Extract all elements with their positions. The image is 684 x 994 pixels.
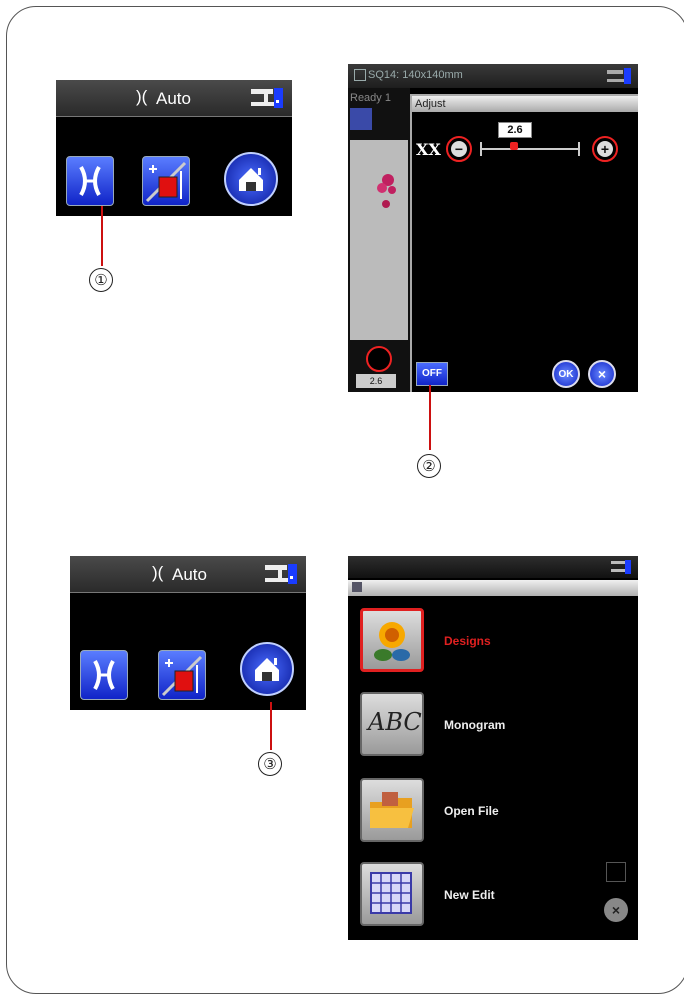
callout-line-2 xyxy=(429,385,431,450)
status-bar: )( Auto xyxy=(70,556,306,593)
move-frame-icon xyxy=(161,655,203,697)
designs-label: Designs xyxy=(444,634,491,648)
home-button[interactable] xyxy=(224,152,278,206)
design-preview xyxy=(350,140,408,340)
design-thumb[interactable] xyxy=(350,108,372,130)
machine-icon xyxy=(607,68,631,84)
move-frame-button[interactable] xyxy=(142,156,190,206)
close-button[interactable]: × xyxy=(604,898,628,922)
hoop-icon xyxy=(354,69,366,81)
slider-track[interactable] xyxy=(480,148,580,150)
monogram-label: Monogram xyxy=(444,718,506,732)
machine-icon xyxy=(251,88,283,108)
adjust-screen: SQ14: 140x140mm Ready 1 2.6 Adjust XX − … xyxy=(348,64,638,392)
callout-line-1 xyxy=(101,206,103,266)
machine-icon xyxy=(265,564,297,584)
panel-title: Adjust xyxy=(412,96,638,112)
status-bar: SQ14: 140x140mm xyxy=(348,64,638,88)
slider-handle[interactable] xyxy=(510,142,518,150)
monogram-button[interactable]: ABC xyxy=(360,692,424,756)
adjust-panel: Adjust XX − 2.6 + OFF OK × xyxy=(410,94,638,392)
off-button[interactable]: OFF xyxy=(416,362,448,386)
status-bar: )( Auto xyxy=(56,80,292,117)
abc-icon: ABC xyxy=(368,708,422,736)
move-frame-button[interactable] xyxy=(158,650,206,700)
callout-2: ② xyxy=(417,454,441,478)
ok-button[interactable]: OK xyxy=(552,360,580,388)
hoop-size-text: SQ14: 140x140mm xyxy=(368,69,463,81)
mini-screen-bottom: )( Auto xyxy=(70,556,306,710)
grid-icon xyxy=(370,872,412,914)
home-icon xyxy=(239,168,263,191)
needle-guide-icon xyxy=(93,660,115,690)
callout-1: ① xyxy=(89,268,113,292)
home-icon xyxy=(255,658,279,681)
open-file-label: Open File xyxy=(444,804,499,818)
home-small-icon xyxy=(352,582,362,592)
title-strip xyxy=(348,580,638,596)
move-frame-icon xyxy=(145,161,187,203)
plus-button[interactable]: + xyxy=(592,136,618,162)
ready-text: Ready 1 xyxy=(350,92,391,104)
preview-pane: Ready 1 2.6 xyxy=(348,88,410,392)
status-label: Auto xyxy=(172,565,207,584)
slider-value: 2.6 xyxy=(498,122,532,138)
auto-presser-icon: )( xyxy=(136,87,148,106)
foot-height-icon: XX xyxy=(416,140,441,159)
folder-icon xyxy=(370,792,414,828)
new-edit-label: New Edit xyxy=(444,888,495,902)
status-bar xyxy=(348,556,638,578)
callout-line-3 xyxy=(270,702,272,750)
designs-button[interactable] xyxy=(360,608,424,672)
new-edit-button[interactable] xyxy=(360,862,424,926)
mini-screen-top: )( Auto xyxy=(56,80,292,216)
minus-button-left[interactable] xyxy=(366,346,392,372)
slider-end-left xyxy=(480,142,482,156)
minus-button[interactable]: − xyxy=(446,136,472,162)
flower-design-icon xyxy=(377,174,396,208)
slider-end-right xyxy=(578,142,580,156)
cancel-button[interactable]: × xyxy=(588,360,616,388)
machine-icon xyxy=(611,560,631,574)
home-button[interactable] xyxy=(240,642,294,696)
callout-3: ③ xyxy=(258,752,282,776)
open-file-button[interactable] xyxy=(360,778,424,842)
flower-icon xyxy=(374,622,410,661)
auto-presser-icon: )( xyxy=(152,563,164,582)
status-label: Auto xyxy=(156,89,191,108)
home-screen: Designs ABC Monogram Open File New Edit … xyxy=(348,556,638,940)
needle-guide-button[interactable] xyxy=(80,650,128,700)
value-readout: 2.6 xyxy=(356,374,396,388)
needle-guide-button[interactable] xyxy=(66,156,114,206)
page-icon xyxy=(606,862,626,882)
needle-guide-icon xyxy=(79,166,101,196)
